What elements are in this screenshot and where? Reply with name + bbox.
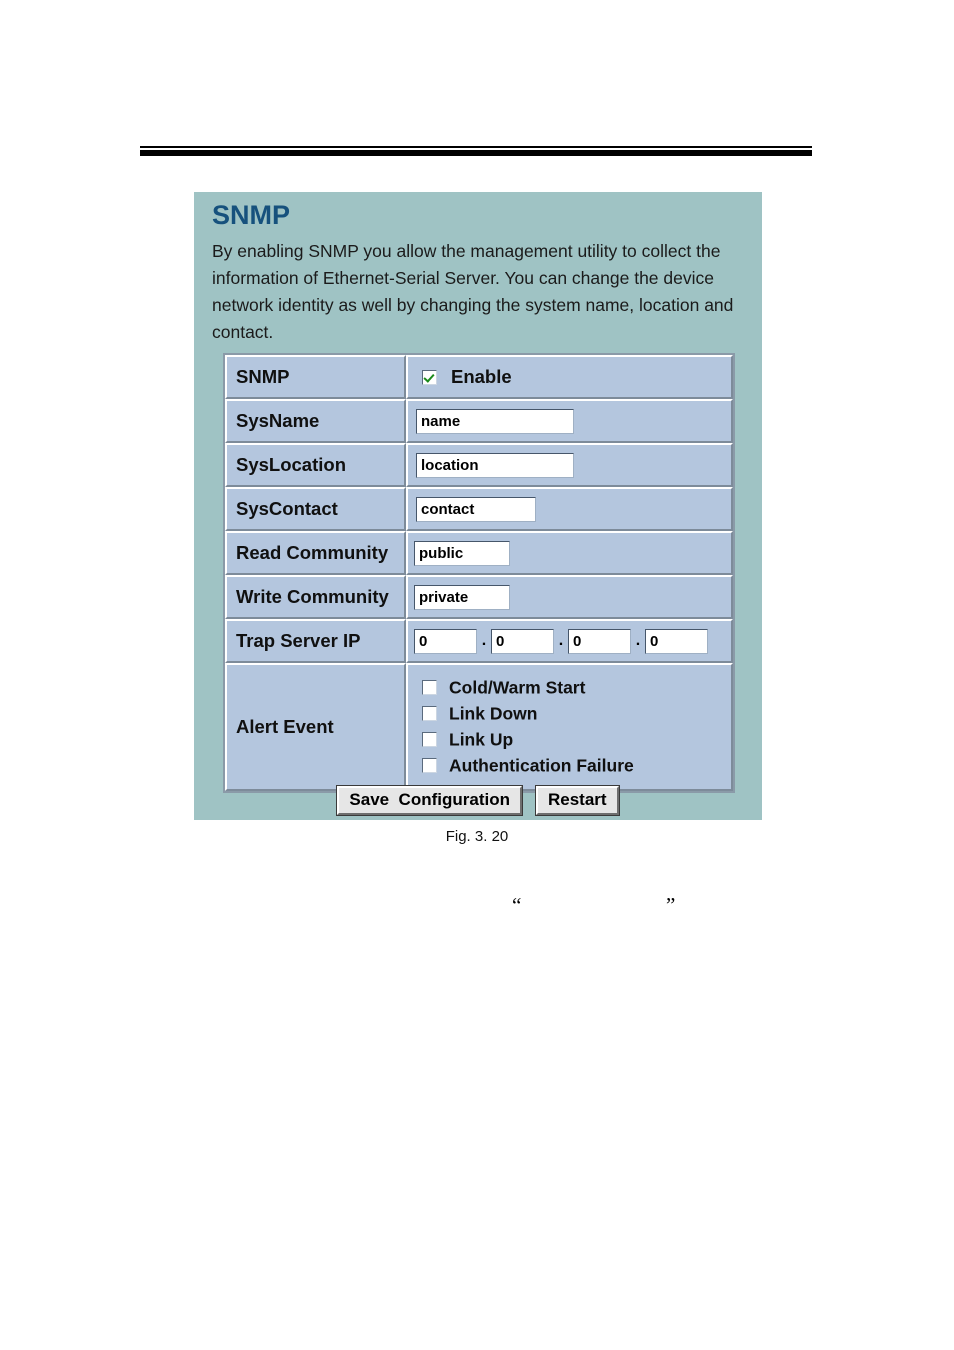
row-label-read-community: Read Community [225, 531, 406, 575]
alert-event-cold-warm-start[interactable]: Cold/Warm Start [422, 675, 731, 700]
button-bar: Save Configuration Restart [194, 785, 762, 816]
alert-event-authentication-failure[interactable]: Authentication Failure [422, 753, 731, 778]
panel-description: By enabling SNMP you allow the managemen… [212, 241, 734, 342]
figure-caption: Fig. 3. 20 [445, 828, 509, 845]
authentication-failure-label: Authentication Failure [449, 755, 634, 776]
table-row-write-community: Write Community [225, 575, 733, 619]
row-value-write-community [406, 575, 733, 619]
trap-ip-octet-4[interactable] [645, 628, 708, 654]
alert-event-link-down[interactable]: Link Down [422, 701, 731, 726]
table-row-trap-server-ip: Trap Server IP ... [225, 619, 733, 663]
sysname-input[interactable] [416, 408, 574, 434]
stray-close-quote: ” [666, 893, 676, 917]
row-label-write-community: Write Community [225, 575, 406, 619]
table-row-read-community: Read Community [225, 531, 733, 575]
ip-separator-2: . [558, 632, 564, 649]
row-value-read-community [406, 531, 733, 575]
read-community-input[interactable] [414, 540, 510, 566]
restart-button[interactable]: Restart [534, 785, 620, 816]
stray-open-quote: “ [512, 893, 522, 917]
row-label-snmp: SNMP [225, 355, 406, 399]
write-community-input[interactable] [414, 584, 510, 610]
cold-warm-start-label: Cold/Warm Start [449, 677, 586, 698]
row-value-sysname [406, 399, 733, 443]
alert-event-link-up[interactable]: Link Up [422, 727, 731, 752]
row-value-syslocation [406, 443, 733, 487]
row-value-alert-event: Cold/Warm Start Link Down Link Up Authen… [406, 663, 733, 791]
table-row-alert-event: Alert Event Cold/Warm Start Link Down Li… [225, 663, 733, 791]
table-row-syslocation: SysLocation [225, 443, 733, 487]
row-label-trap-server-ip: Trap Server IP [225, 619, 406, 663]
row-label-alert-event: Alert Event [225, 663, 406, 791]
authentication-failure-checkbox[interactable] [422, 758, 437, 774]
ip-separator-3: . [635, 632, 641, 649]
snmp-settings-table: SNMP Enable SysName SysLocation [223, 353, 735, 793]
row-label-syslocation: SysLocation [225, 443, 406, 487]
trap-ip-octet-3[interactable] [568, 628, 631, 654]
trap-ip-octet-1[interactable] [414, 628, 477, 654]
row-label-syscontact: SysContact [225, 487, 406, 531]
row-label-sysname: SysName [225, 399, 406, 443]
snmp-enable-checkbox[interactable] [422, 369, 437, 385]
snmp-configuration-panel: SNMP By enabling SNMP you allow the mana… [194, 192, 762, 820]
syscontact-input[interactable] [416, 496, 536, 522]
link-up-checkbox[interactable] [422, 732, 437, 748]
syslocation-input[interactable] [416, 452, 574, 478]
row-value-syscontact [406, 487, 733, 531]
page-title: SNMP [212, 200, 291, 230]
snmp-enable-label: Enable [451, 366, 512, 387]
link-down-label: Link Down [449, 703, 538, 724]
cold-warm-start-checkbox[interactable] [422, 680, 437, 696]
table-row-sysname: SysName [225, 399, 733, 443]
header-rule-thick-line [140, 150, 812, 156]
table-row-snmp: SNMP Enable [225, 355, 733, 399]
link-down-checkbox[interactable] [422, 706, 437, 722]
table-row-syscontact: SysContact [225, 487, 733, 531]
ip-separator-1: . [481, 632, 487, 649]
trap-ip-octet-2[interactable] [491, 628, 554, 654]
page-header-rule [140, 146, 812, 156]
link-up-label: Link Up [449, 729, 514, 750]
row-value-snmp: Enable [406, 355, 733, 399]
row-value-trap-server-ip: ... [406, 619, 733, 663]
save-configuration-button[interactable]: Save Configuration [336, 785, 523, 816]
